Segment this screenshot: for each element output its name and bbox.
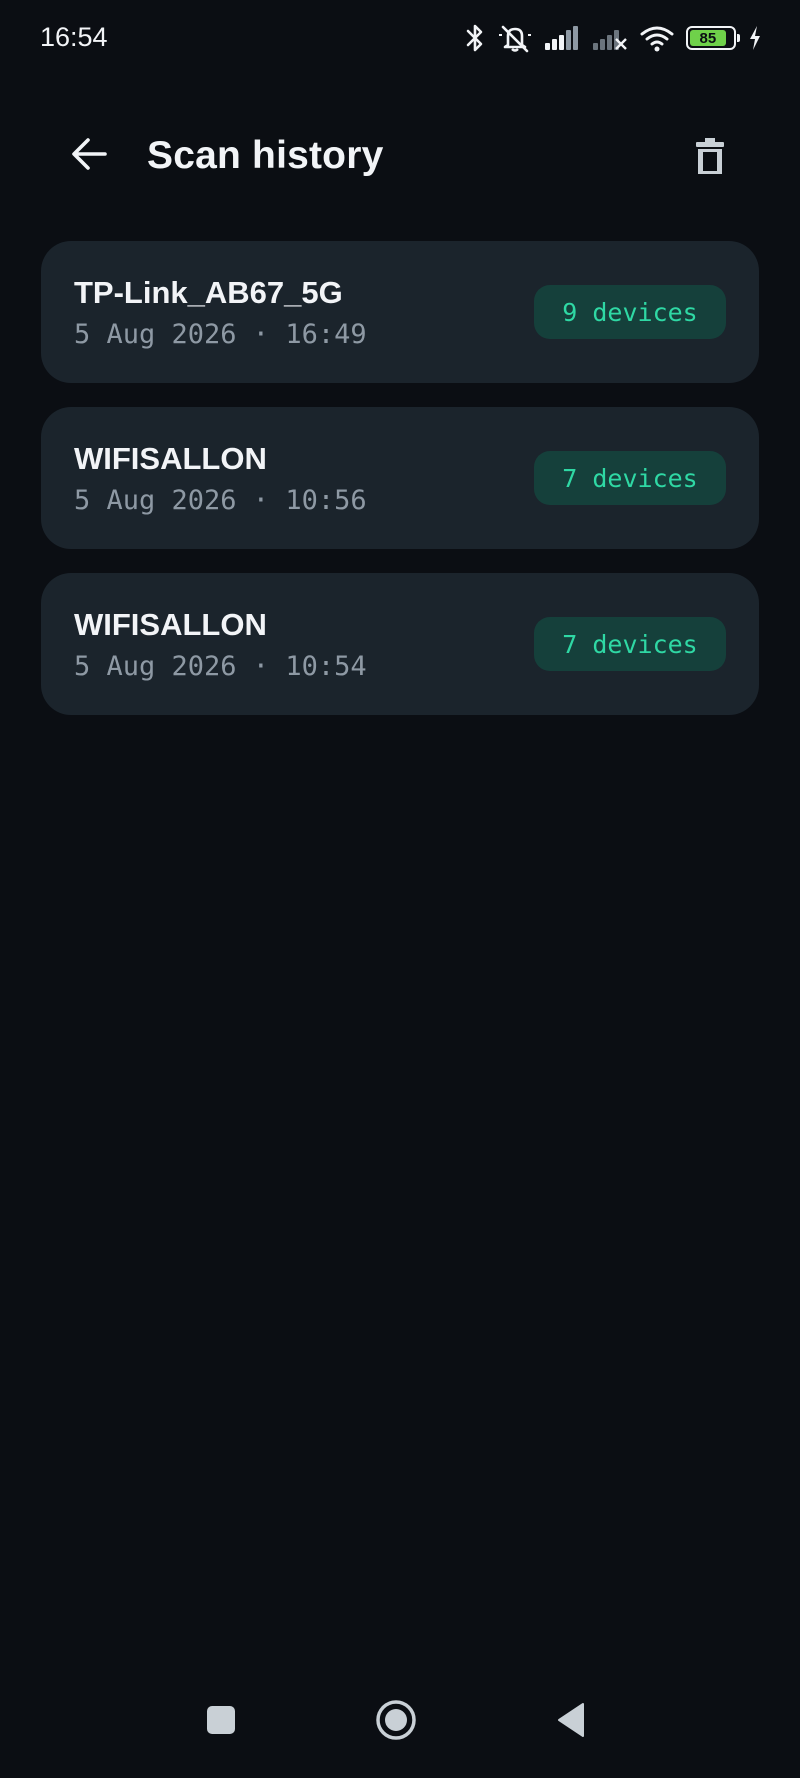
scan-datetime: 5 Aug 2026 · 10:54	[74, 651, 367, 682]
history-card[interactable]: TP-Link_AB67_5G 5 Aug 2026 · 16:49 9 dev…	[41, 241, 759, 383]
mute-icon	[498, 23, 532, 53]
signal-no-service-icon	[592, 25, 628, 51]
status-bar: 16:54 85	[0, 0, 800, 76]
signal-icon	[544, 25, 580, 51]
nav-back-button[interactable]	[541, 1692, 601, 1752]
history-card[interactable]: WIFISALLON 5 Aug 2026 · 10:56 7 devices	[41, 407, 759, 549]
history-card[interactable]: WIFISALLON 5 Aug 2026 · 10:54 7 devices	[41, 573, 759, 715]
battery-level: 85	[699, 29, 717, 47]
status-time: 16:54	[40, 22, 108, 52]
page-title: Scan history	[147, 134, 384, 177]
wifi-icon	[640, 24, 674, 52]
history-list: TP-Link_AB67_5G 5 Aug 2026 · 16:49 9 dev…	[41, 241, 759, 739]
bluetooth-icon	[464, 23, 486, 53]
app-bar: Scan history	[0, 100, 800, 212]
scan-datetime: 5 Aug 2026 · 10:56	[74, 485, 367, 516]
battery-fill: 85	[690, 29, 726, 47]
home-circle-icon	[375, 1699, 417, 1746]
network-name: TP-Link_AB67_5G	[74, 275, 343, 310]
charging-icon	[748, 25, 762, 51]
trash-icon	[695, 137, 725, 180]
back-button[interactable]	[60, 126, 120, 186]
recents-button[interactable]	[191, 1692, 251, 1752]
recents-square-icon	[206, 1705, 236, 1740]
device-count-badge: 9 devices	[534, 285, 726, 339]
device-count-badge: 7 devices	[534, 617, 726, 671]
system-nav-bar	[0, 1668, 800, 1778]
status-icons: 85	[464, 22, 762, 54]
back-triangle-icon	[556, 1702, 586, 1743]
delete-history-button[interactable]	[680, 128, 740, 188]
battery-icon: 85	[686, 26, 740, 50]
device-count-badge: 7 devices	[534, 451, 726, 505]
arrow-left-icon	[71, 137, 109, 176]
home-button[interactable]	[366, 1692, 426, 1752]
network-name: WIFISALLON	[74, 441, 267, 476]
scan-datetime: 5 Aug 2026 · 16:49	[74, 319, 367, 350]
network-name: WIFISALLON	[74, 607, 267, 642]
